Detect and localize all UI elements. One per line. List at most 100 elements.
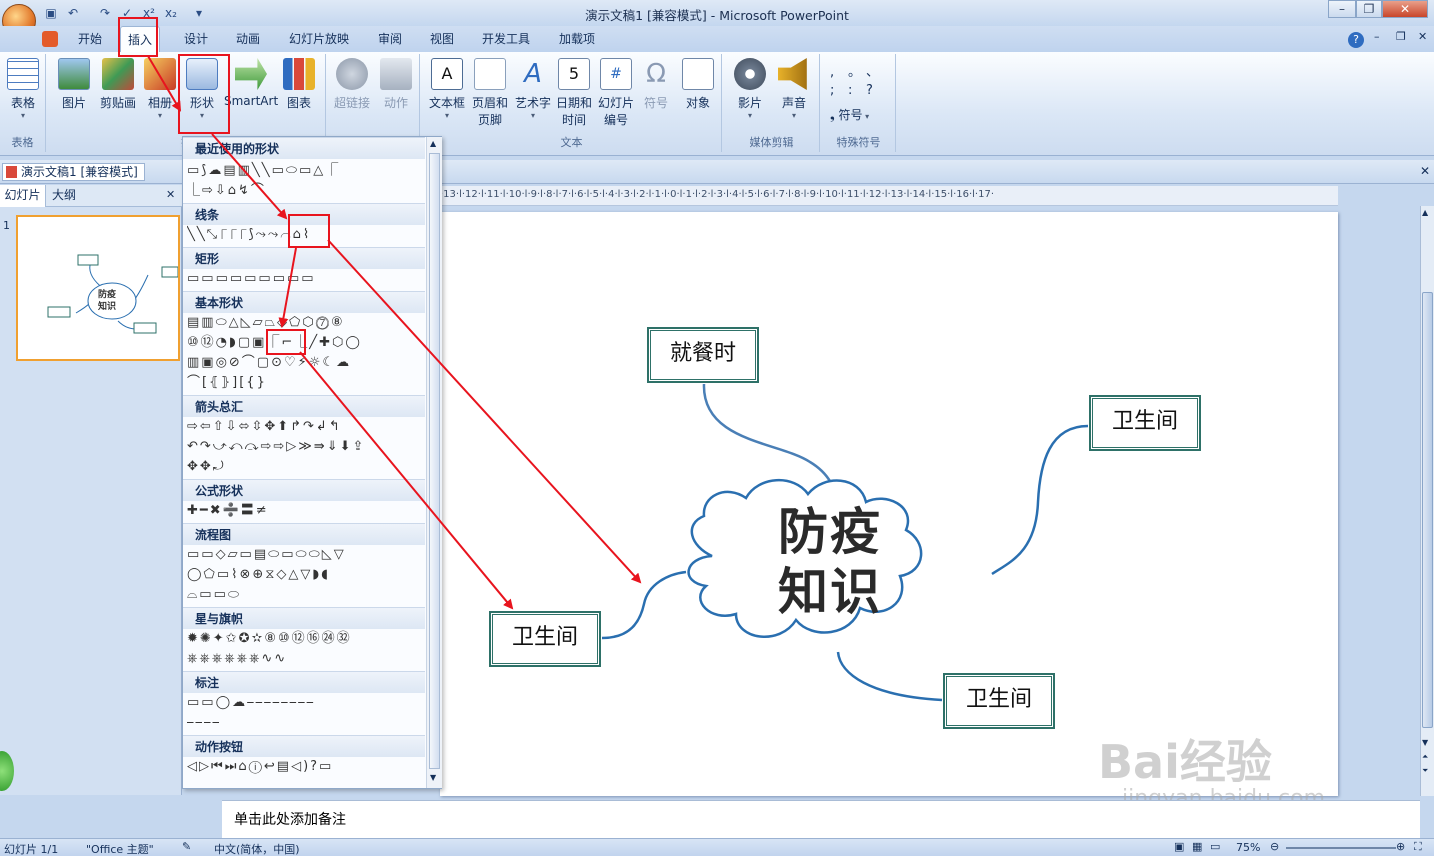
tab-slides[interactable]: 幻灯片 <box>0 185 46 207</box>
document-tab-close-icon[interactable]: ✕ <box>1420 164 1430 178</box>
redo-icon[interactable]: ↷ <box>96 4 114 22</box>
action-button[interactable]: 动作 <box>376 58 416 111</box>
doc-close-icon[interactable]: ✕ <box>1418 30 1427 43</box>
doc-minimize-icon[interactable]: – <box>1374 30 1380 43</box>
hyperlink-button[interactable]: 超链接 <box>332 58 372 111</box>
group-special-label: 特殊符号 <box>836 136 881 149</box>
gallery-scroll-up-icon[interactable]: ▲ <box>430 139 436 148</box>
notes-placeholder[interactable]: 单击此处添加备注 <box>234 809 346 829</box>
callouts-row-2[interactable]: ⎯⎯⎯⎯ <box>187 713 427 733</box>
subscript-icon[interactable]: x₂ <box>162 4 180 22</box>
album-button[interactable]: 相册 ▾ <box>142 58 178 120</box>
prev-slide-icon[interactable]: ⏶ <box>1422 752 1428 762</box>
gallery-scroll-thumb[interactable] <box>429 153 440 769</box>
action-buttons-row[interactable]: ◁▷⏮⏭⌂ⓘ↩▤◁)?▭ <box>187 757 427 777</box>
help-icon[interactable]: ? <box>1348 32 1364 48</box>
clipart-label: 剪贴画 <box>99 96 136 110</box>
shapes-gallery-scrollbar[interactable]: ▲ ▼ <box>426 137 442 788</box>
document-tab-label: 演示文稿1 [兼容模式] <box>21 165 138 179</box>
slideshow-view-icon[interactable]: ▭ <box>1210 840 1220 853</box>
gallery-scroll-down-icon[interactable]: ▼ <box>430 773 436 782</box>
smartart-button[interactable]: SmartArt <box>224 58 278 108</box>
fit-window-icon[interactable]: ⛶ <box>1414 840 1422 854</box>
special-char[interactable]: ? <box>866 82 884 100</box>
datetime-button[interactable]: 5 日期和 时间 <box>554 58 594 128</box>
topic-box-left[interactable]: 卫生间 <box>489 611 601 667</box>
minimize-button[interactable]: – <box>1328 0 1356 18</box>
callouts-row-1[interactable]: ▭▭◯☁⎯⎯⎯⎯⎯⎯⎯⎯ <box>187 693 427 713</box>
recent-shapes-row-2[interactable]: ⎿⇨⇩⌂↯⌒ <box>187 181 427 201</box>
document-tab[interactable]: 演示文稿1 [兼容模式] <box>2 163 145 181</box>
stars-row-1[interactable]: ✹✺✦✩✪✫⑧⑩⑫⑯㉔㉜ <box>187 629 427 649</box>
qat-customize-icon[interactable]: ▾ <box>190 4 208 22</box>
status-language[interactable]: 中文(简体，中国) <box>214 841 300 856</box>
object-button[interactable]: 对象 <box>678 58 718 111</box>
clipart-button[interactable]: 剪贴画 <box>98 58 138 111</box>
undo-icon[interactable]: ↶ <box>64 4 82 22</box>
tab-addins[interactable]: 加载项 <box>554 26 600 52</box>
maximize-button[interactable]: ❐ <box>1356 0 1382 18</box>
tab-slideshow[interactable]: 幻灯片放映 <box>284 26 354 52</box>
wordart-button[interactable]: A 艺术字 ▾ <box>512 58 554 120</box>
rectangles-shapes-row[interactable]: ▭▭▭▭▭▭▭▭▭ <box>187 269 427 289</box>
basic-shapes-row-2[interactable]: ⑩⑫◔◗▢▣⎾⌐⎿╱✚⬡◯ <box>187 333 427 353</box>
scroll-down-icon[interactable]: ▼ <box>1422 738 1428 747</box>
movie-button[interactable]: 影片 ▾ <box>730 58 770 120</box>
special-char[interactable]: , <box>830 64 848 82</box>
basic-shapes-row-4[interactable]: ⌒[⦃⦄][{} <box>187 373 427 393</box>
flowchart-row-2[interactable]: ◯⬠▭⌇⊗⊕⧖◇△▽◗◖ <box>187 565 427 585</box>
save-icon[interactable]: ▣ <box>42 4 60 22</box>
zoom-slider[interactable] <box>1286 847 1396 849</box>
category-block-arrows: 箭头总汇 <box>183 395 425 417</box>
tab-view[interactable]: 视图 <box>422 26 462 52</box>
special-char[interactable]: : <box>848 82 866 100</box>
recent-shapes-row-1[interactable]: ▭⟆☁▤▥╲╲▭⬭▭△⎾ <box>187 161 427 181</box>
notes-pane[interactable]: 单击此处添加备注 <box>222 800 1420 838</box>
textbox-button[interactable]: A 文本框 ▾ <box>426 58 468 120</box>
stars-row-2[interactable]: ⎈⎈⎈⎈⎈⎈∿∿ <box>187 649 427 669</box>
arrows-row-3[interactable]: ✥✥⤾ <box>187 457 427 477</box>
arrows-row-2[interactable]: ↶↷⤻⤺⤼⇨⇨▷≫⇛⇓⬇⇪ <box>187 437 427 457</box>
tab-home[interactable]: 开始 <box>70 26 110 52</box>
tab-outline[interactable]: 大纲 <box>52 185 92 207</box>
slide-thumbnail[interactable]: 防疫 知识 <box>16 215 180 361</box>
scroll-thumb[interactable] <box>1422 292 1433 728</box>
basic-shapes-row-1[interactable]: ▤▥⬭△◺▱⏢◇⬠⬡⓻⑧ <box>187 313 427 333</box>
sound-button[interactable]: 声音 ▾ <box>774 58 814 120</box>
next-slide-icon[interactable]: ⏷ <box>1422 766 1428 776</box>
equation-shapes-row[interactable]: ✚━✖➗〓≠ <box>187 501 427 521</box>
special-char[interactable]: 。 <box>848 64 866 82</box>
tab-design[interactable]: 设计 <box>176 26 216 52</box>
spellcheck-status-icon[interactable]: ✎ <box>182 840 191 853</box>
chart-button[interactable]: 图表 <box>280 58 318 111</box>
normal-view-icon[interactable]: ▣ <box>1174 840 1184 853</box>
slide-number-button[interactable]: # 幻灯片 编号 <box>596 58 636 128</box>
special-char[interactable]: ; <box>830 82 848 100</box>
topic-box-bottom[interactable]: 卫生间 <box>943 673 1055 729</box>
scroll-up-icon[interactable]: ▲ <box>1422 208 1428 217</box>
arrows-row-1[interactable]: ⇨⇦⇧⇩⬄⇳✥⬆↱↷↲↰ <box>187 417 427 437</box>
header-footer-button[interactable]: 页眉和 页脚 <box>470 58 510 128</box>
zoom-level[interactable]: 75% <box>1236 841 1260 854</box>
tab-animation[interactable]: 动画 <box>228 26 268 52</box>
doc-restore-icon[interactable]: ❐ <box>1396 30 1406 43</box>
panel-close-icon[interactable]: ✕ <box>166 188 175 201</box>
topic-box-right[interactable]: 卫生间 <box>1089 395 1201 451</box>
flowchart-row-1[interactable]: ▭▭◇▱▭▤⬭▭⬭⬭◺▽ <box>187 545 427 565</box>
tab-review[interactable]: 审阅 <box>370 26 410 52</box>
slide-sorter-icon[interactable]: ▦ <box>1192 840 1202 853</box>
basic-shapes-row-3[interactable]: ▥▣◎⊘⌒▢⊙♡⚡☼☾☁ <box>187 353 427 373</box>
vertical-scrollbar[interactable]: ▲ ▼ ⏶ ⏷ <box>1420 206 1434 796</box>
tab-developer[interactable]: 开发工具 <box>478 26 534 52</box>
picture-button[interactable]: 图片 <box>54 58 94 111</box>
table-button[interactable]: 表格 ▾ <box>4 58 42 120</box>
close-button[interactable]: ✕ <box>1382 0 1428 18</box>
special-char[interactable]: 、 <box>866 64 884 82</box>
special-symbol-button[interactable]: ❟ 符号 ▾ <box>830 106 869 123</box>
topic-box-top[interactable]: 就餐时 <box>647 327 759 383</box>
zoom-out-icon[interactable]: ⊖ <box>1270 840 1279 853</box>
symbol-button[interactable]: Ω 符号 <box>638 58 674 111</box>
zoom-in-icon[interactable]: ⊕ <box>1396 840 1405 853</box>
flowchart-row-3[interactable]: ⌓▭▭⬭ <box>187 585 427 605</box>
slide-canvas[interactable]: 防疫 知识 就餐时 卫生间 卫生间 卫生间 <box>440 212 1338 796</box>
